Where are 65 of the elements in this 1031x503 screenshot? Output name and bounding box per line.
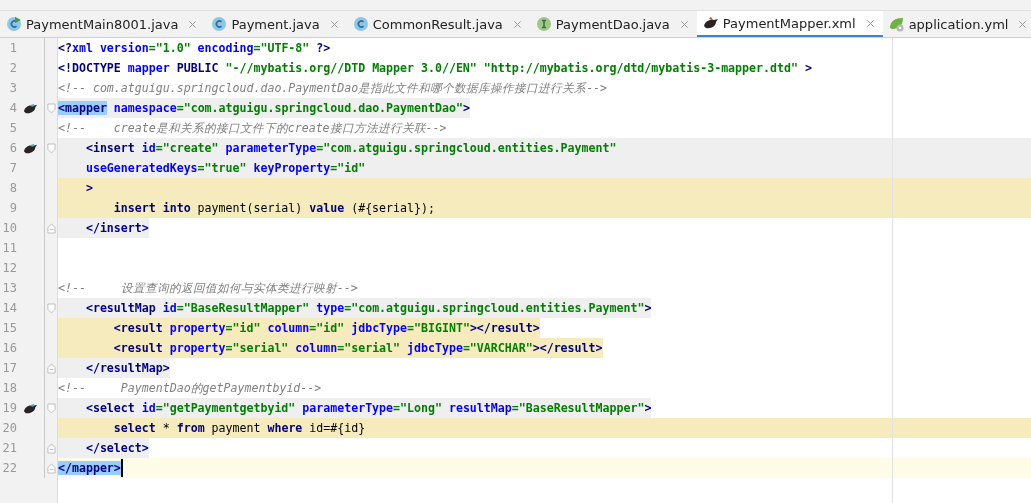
leaf-gear-icon: [888, 16, 905, 32]
line-number: 2: [8, 61, 17, 75]
fold-marker-icon[interactable]: [46, 302, 56, 314]
editor-tab[interactable]: Payment.java: [205, 11, 347, 37]
line-number: 22: [1, 461, 17, 475]
line-number: 19: [1, 401, 17, 415]
editor-tab[interactable]: PaymentDao.java: [529, 11, 697, 37]
line-number: 20: [1, 421, 17, 435]
code-line: useGeneratedKeys="true" keyProperty="id": [84, 160, 366, 177]
tab-label: PaymentMapper.xml: [722, 15, 856, 31]
fold-marker-icon[interactable]: [46, 362, 56, 374]
interface-icon: [535, 16, 552, 32]
code-line: <!-- 设置查询的返回值如何与实体类进行映射-->: [58, 280, 358, 297]
line-number: 21: [1, 441, 17, 455]
code-line: insert into payment(serial) value (#{serial});: [112, 200, 435, 217]
fold-marker-icon[interactable]: [46, 222, 56, 234]
line-number: 11: [1, 241, 17, 255]
line-number: 18: [1, 381, 17, 395]
tab-label: CommonResult.java: [372, 16, 503, 32]
editor-tab[interactable]: PaymentMain8001.java: [0, 11, 206, 37]
line-number: 14: [1, 301, 17, 315]
close-icon[interactable]: [1018, 19, 1028, 29]
code-line: <!-- create是和关系的接口文件下的create接口方法进行关联-->: [58, 120, 447, 137]
close-icon[interactable]: [679, 19, 689, 29]
line-number: 7: [8, 161, 17, 175]
tab-label: application.yml: [908, 16, 1009, 32]
tab-label: PaymentMain8001.java: [26, 16, 179, 32]
tab-label: PaymentDao.java: [555, 16, 670, 32]
line-number: 1: [8, 41, 17, 55]
fold-marker-icon[interactable]: [46, 142, 56, 154]
line-number: 8: [8, 181, 17, 195]
editor-tab[interactable]: PaymentMapper.xml: [696, 11, 883, 37]
line-number: 3: [8, 81, 17, 95]
line-number: 17: [1, 361, 17, 375]
line-number: 4: [8, 101, 17, 115]
class-icon: [211, 16, 228, 32]
code-line: <?xml version="1.0" encoding="UTF-8" ?>: [58, 40, 331, 57]
code-line: <!-- com.atguigu.springcloud.dao.PaymentDao是指此文件和哪个数据库操作接口进行关系-->: [58, 80, 608, 97]
line-number: 6: [8, 141, 17, 155]
fold-marker-icon[interactable]: [46, 462, 56, 474]
fold-marker-icon[interactable]: [46, 402, 56, 414]
editor-tab[interactable]: CommonResult.java: [346, 11, 530, 37]
line-number: 16: [1, 341, 17, 355]
fold-marker-icon[interactable]: [46, 102, 56, 114]
line-number: 9: [8, 201, 17, 215]
line-number: 5: [8, 121, 17, 135]
close-icon[interactable]: [865, 18, 875, 28]
code-line: <!-- PaymentDao的getPaymentbyid-->: [58, 380, 322, 397]
line-number: 10: [1, 221, 17, 235]
class-icon: [6, 16, 22, 32]
bird-icon: [702, 15, 719, 31]
tab-label: Payment.java: [231, 16, 320, 32]
fold-marker-icon[interactable]: [46, 442, 56, 454]
code-line: select * from payment where id=#{id}: [112, 420, 366, 437]
code-line: >: [84, 180, 93, 197]
code-line: <insert id="create" parameterType="com.atguigu.springcloud.entities.Payment": [84, 140, 617, 157]
class-icon: [352, 16, 369, 32]
line-number: 15: [1, 321, 17, 335]
line-number: 12: [1, 261, 17, 275]
line-number: 13: [1, 281, 17, 295]
close-icon[interactable]: [329, 19, 339, 29]
close-icon[interactable]: [188, 19, 198, 29]
code-line: <!DOCTYPE mapper PUBLIC "-//mybatis.org//DTD Mapper 3.0//EN" "http://mybatis.org/dtd/mybatis-3-mapper.dtd" >: [58, 60, 812, 77]
close-icon[interactable]: [512, 19, 522, 29]
editor-tab[interactable]: application.yml: [882, 11, 1031, 37]
